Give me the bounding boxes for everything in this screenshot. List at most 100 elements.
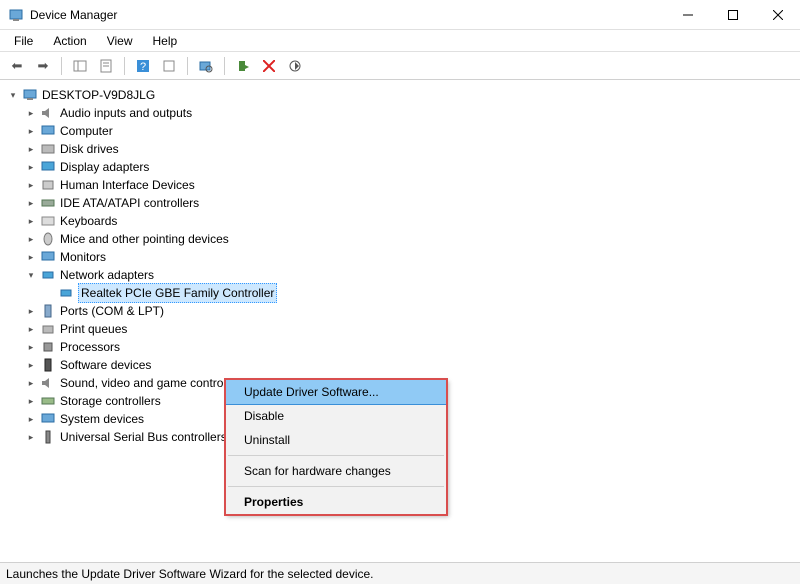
menu-file[interactable]: File: [4, 32, 43, 50]
tree-node-label: Mice and other pointing devices: [60, 230, 229, 248]
port-icon: [40, 303, 56, 319]
forward-button[interactable]: ➡: [32, 55, 54, 77]
update-driver-button[interactable]: [284, 55, 306, 77]
expand-icon[interactable]: ▸: [24, 356, 38, 374]
tree-node-label: DESKTOP-V9D8JLG: [42, 86, 155, 104]
back-button[interactable]: ⬅: [6, 55, 28, 77]
context-menu-uninstall[interactable]: Uninstall: [226, 428, 446, 452]
tree-node-label: Audio inputs and outputs: [60, 104, 192, 122]
expand-icon[interactable]: ▸: [24, 248, 38, 266]
ide-icon: [40, 195, 56, 211]
statusbar-text: Launches the Update Driver Software Wiza…: [6, 567, 374, 581]
monitor-icon: [40, 123, 56, 139]
expand-icon[interactable]: ▸: [24, 158, 38, 176]
toolbar-separator: [224, 57, 225, 75]
tree-node-selected-device[interactable]: Realtek PCIe GBE Family Controller: [6, 284, 800, 302]
context-menu-update-driver[interactable]: Update Driver Software...: [226, 380, 446, 404]
tree-node-label: Computer: [60, 122, 113, 140]
expand-icon[interactable]: ▸: [24, 122, 38, 140]
enable-button[interactable]: [232, 55, 254, 77]
expand-icon[interactable]: ▸: [24, 140, 38, 158]
tree-node-printqueues[interactable]: ▸Print queues: [6, 320, 800, 338]
context-menu-disable[interactable]: Disable: [226, 404, 446, 428]
tree-node-label: Sound, video and game controllers: [60, 374, 245, 392]
toolbar-separator: [124, 57, 125, 75]
window-controls: [665, 0, 800, 29]
menu-action[interactable]: Action: [43, 32, 96, 50]
expand-icon[interactable]: ▸: [24, 104, 38, 122]
expand-icon[interactable]: ▸: [24, 392, 38, 410]
network-icon: [40, 267, 56, 283]
toolbar-separator: [61, 57, 62, 75]
expand-icon[interactable]: ▸: [24, 230, 38, 248]
sound-icon: [40, 375, 56, 391]
tree-node-label: Human Interface Devices: [60, 176, 195, 194]
usb-icon: [40, 429, 56, 445]
minimize-button[interactable]: [665, 0, 710, 29]
tree-node-label: IDE ATA/ATAPI controllers: [60, 194, 199, 212]
tree-node-label: Processors: [60, 338, 120, 356]
properties-button[interactable]: [95, 55, 117, 77]
toolbar-button[interactable]: [158, 55, 180, 77]
uninstall-button[interactable]: [258, 55, 280, 77]
toolbar-separator: [187, 57, 188, 75]
computer-icon: [22, 87, 38, 103]
network-adapter-icon: [58, 285, 74, 301]
expand-icon[interactable]: ▸: [24, 320, 38, 338]
show-hide-tree-button[interactable]: [69, 55, 91, 77]
expand-icon[interactable]: ▸: [24, 428, 38, 446]
context-menu: Update Driver Software... Disable Uninst…: [225, 379, 447, 515]
tree-node-label: System devices: [60, 410, 144, 428]
svg-text:?: ?: [140, 61, 146, 73]
context-menu-properties[interactable]: Properties: [226, 490, 446, 514]
processor-icon: [40, 339, 56, 355]
tree-node-label: Network adapters: [60, 266, 154, 284]
tree-node-display[interactable]: ▸Display adapters: [6, 158, 800, 176]
collapse-icon[interactable]: ▾: [24, 266, 38, 284]
expand-icon[interactable]: ▸: [24, 302, 38, 320]
tree-node-label: Ports (COM & LPT): [60, 302, 164, 320]
tree-node-label: Keyboards: [60, 212, 117, 230]
printer-icon: [40, 321, 56, 337]
tree-node-label: Realtek PCIe GBE Family Controller: [78, 283, 277, 303]
keyboard-icon: [40, 213, 56, 229]
expand-icon[interactable]: ▸: [24, 338, 38, 356]
system-icon: [40, 411, 56, 427]
tree-node-mice[interactable]: ▸ Mice and other pointing devices: [6, 230, 800, 248]
expand-icon[interactable]: ▸: [24, 194, 38, 212]
tree-node-processors[interactable]: ▸ Processors: [6, 338, 800, 356]
menubar: File Action View Help: [0, 30, 800, 52]
tree-node-label: Disk drives: [60, 140, 119, 158]
storage-icon: [40, 393, 56, 409]
tree-node-network[interactable]: ▾ Network adapters: [6, 266, 800, 284]
audio-icon: [40, 105, 56, 121]
tree-root-computer[interactable]: ▾ DESKTOP-V9D8JLG: [6, 86, 800, 104]
help-button[interactable]: ?: [132, 55, 154, 77]
maximize-button[interactable]: [710, 0, 755, 29]
menu-view[interactable]: View: [97, 32, 143, 50]
tree-node-monitors[interactable]: ▸Monitors: [6, 248, 800, 266]
device-tree[interactable]: ▾ DESKTOP-V9D8JLG ▸ Audio inputs and outp…: [0, 80, 800, 558]
close-button[interactable]: [755, 0, 800, 29]
mouse-icon: [40, 231, 56, 247]
tree-node-keyboards[interactable]: ▸ Keyboards: [6, 212, 800, 230]
tree-node-ide[interactable]: ▸ IDE ATA/ATAPI controllers: [6, 194, 800, 212]
tree-node-ports[interactable]: ▸ Ports (COM & LPT): [6, 302, 800, 320]
tree-node-software[interactable]: ▸Software devices: [6, 356, 800, 374]
menu-help[interactable]: Help: [143, 32, 188, 50]
expand-icon[interactable]: ▸: [24, 374, 38, 392]
scan-hardware-button[interactable]: [195, 55, 217, 77]
tree-node-disk[interactable]: ▸ Disk drives: [6, 140, 800, 158]
statusbar: Launches the Update Driver Software Wiza…: [0, 562, 800, 584]
expand-icon[interactable]: ▸: [24, 176, 38, 194]
app-icon: [8, 7, 24, 23]
display-icon: [40, 159, 56, 175]
expand-icon[interactable]: ▸: [24, 410, 38, 428]
software-icon: [40, 357, 56, 373]
tree-node-computer[interactable]: ▸ Computer: [6, 122, 800, 140]
tree-node-hid[interactable]: ▸ Human Interface Devices: [6, 176, 800, 194]
context-menu-scan[interactable]: Scan for hardware changes: [226, 459, 446, 483]
tree-node-audio[interactable]: ▸ Audio inputs and outputs: [6, 104, 800, 122]
expand-icon[interactable]: ▸: [24, 212, 38, 230]
collapse-icon[interactable]: ▾: [6, 86, 20, 104]
